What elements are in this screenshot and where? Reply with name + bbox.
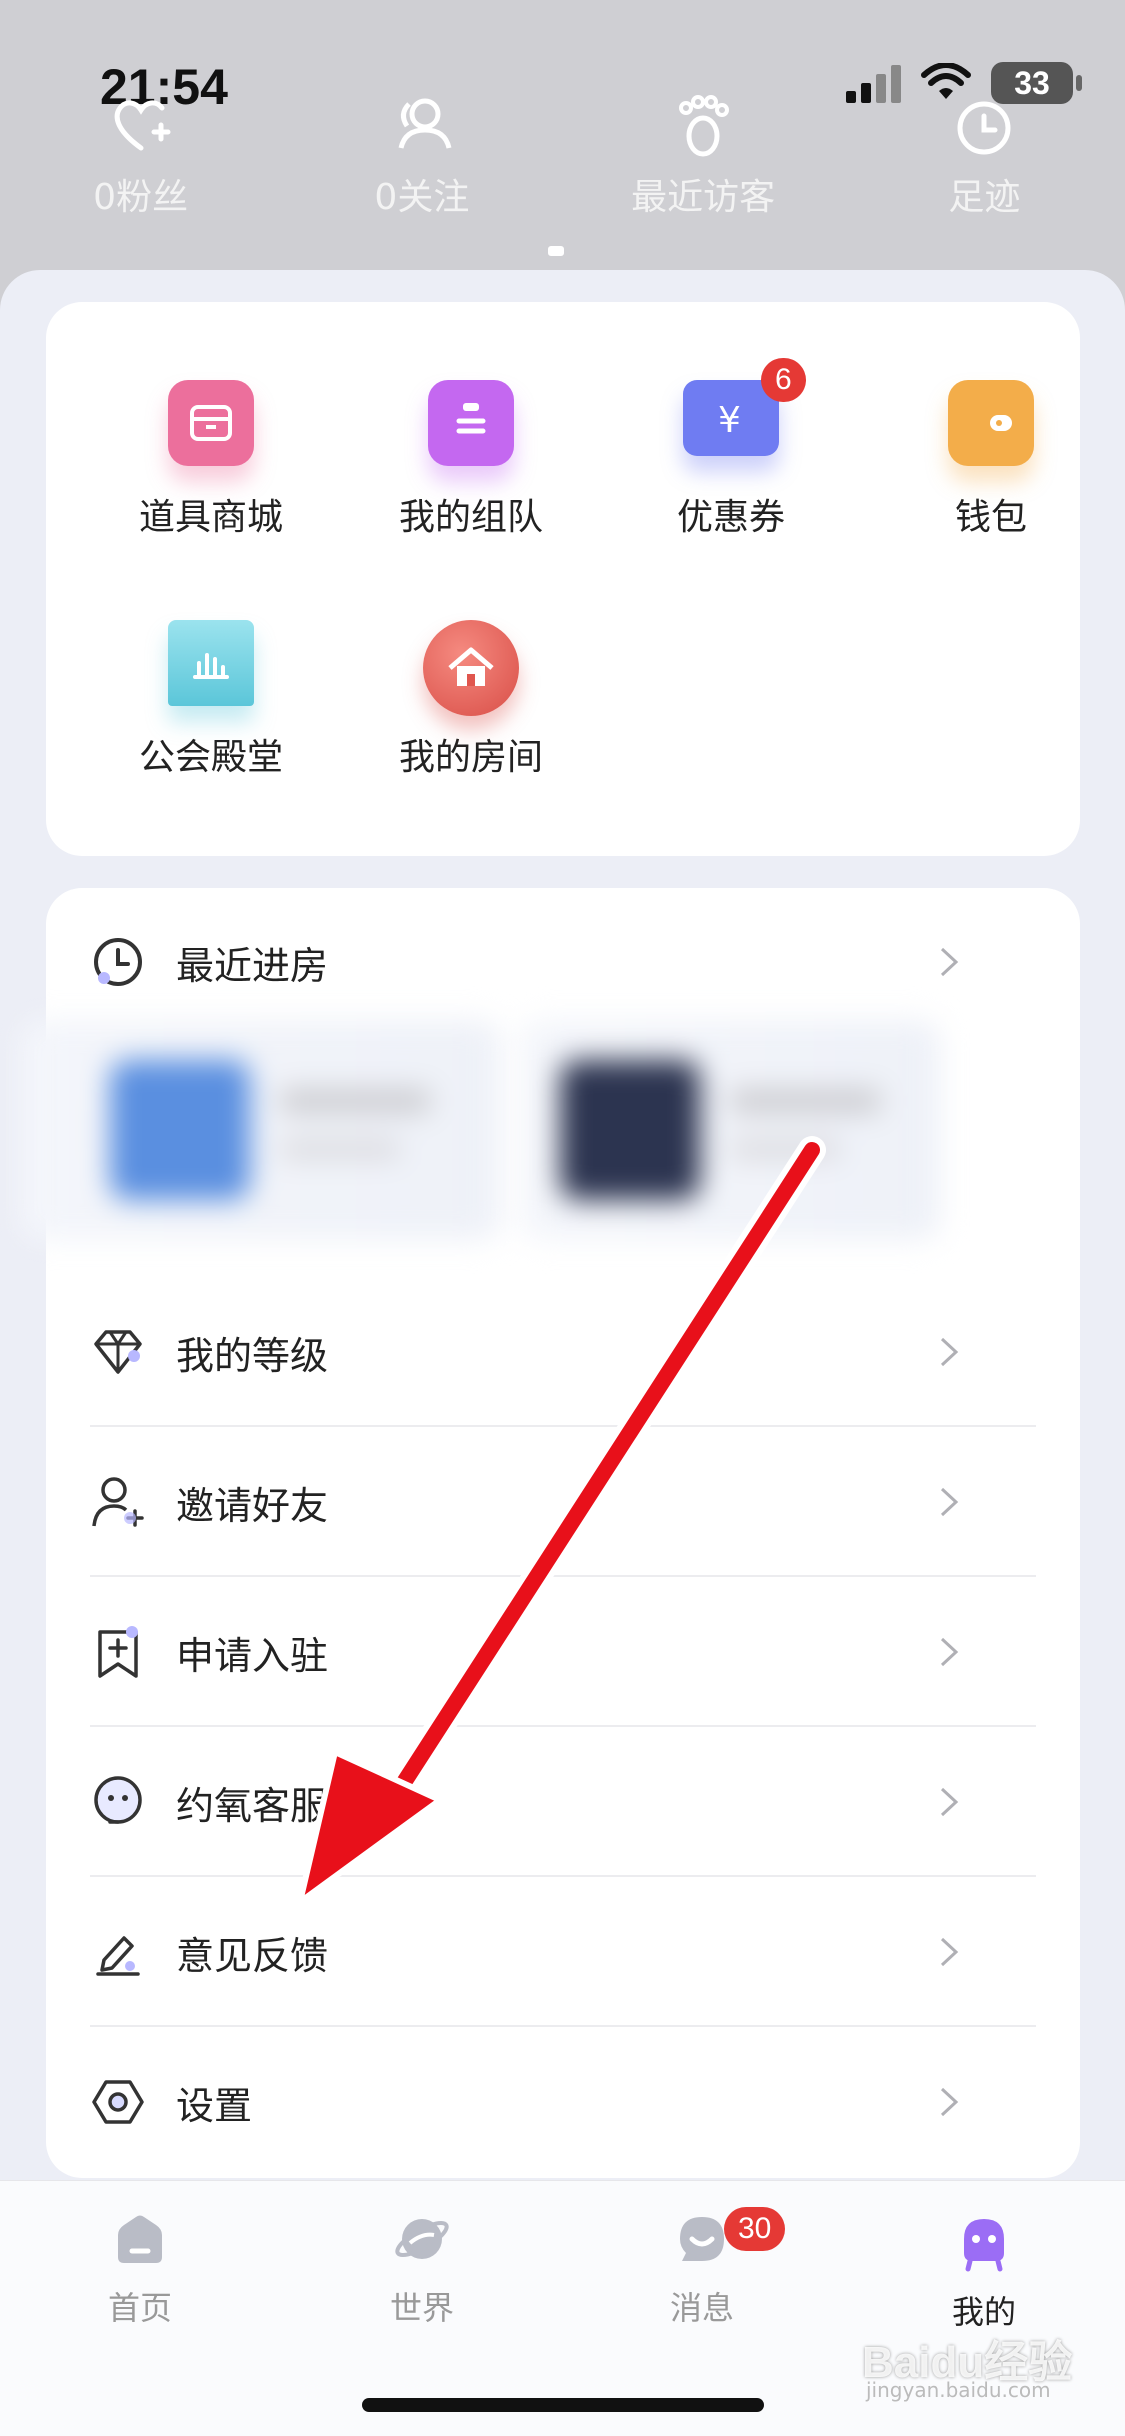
sheet-handle[interactable] — [548, 246, 564, 256]
recent-room-1[interactable] — [20, 1020, 500, 1240]
footprint-icon — [679, 95, 730, 157]
stat-footprints[interactable]: 足迹 — [844, 90, 1125, 220]
chevron-right-icon — [940, 1487, 959, 1517]
menu-item-settings[interactable]: 设置 — [46, 2027, 1036, 2177]
menu-item-label: 最近进房 — [176, 943, 329, 988]
service-guild[interactable]: 公会殿堂 — [81, 620, 341, 780]
home-icon — [118, 2215, 162, 2263]
service-room[interactable]: 我的房间 — [341, 620, 601, 780]
people-icon — [398, 98, 452, 149]
service-label: 我的房间 — [398, 737, 543, 778]
menu-item-invite[interactable]: 邀请好友 — [46, 1427, 1036, 1577]
menu-item-label: 意见反馈 — [176, 1933, 329, 1978]
wallet-icon — [948, 380, 1034, 466]
tab-label: 消息 — [669, 2289, 734, 2327]
settings-hex-icon — [92, 2080, 144, 2124]
tab-me[interactable]: 我的 — [894, 2209, 1074, 2333]
tab-label: 世界 — [389, 2289, 454, 2327]
tab-home[interactable]: 首页 — [50, 2209, 230, 2329]
tab-label: 首页 — [107, 2289, 172, 2327]
clock-icon — [94, 938, 142, 986]
service-team[interactable]: 我的组队 — [341, 380, 601, 540]
add-person-icon — [92, 1477, 144, 1527]
clipboard-icon — [428, 380, 514, 466]
service-label: 道具商城 — [138, 497, 283, 538]
stat-visitors[interactable]: 最近访客 — [563, 90, 844, 220]
menu-item-apply[interactable]: 申请入驻 — [46, 1577, 1036, 1727]
profile-stats: 0粉丝 0关注 最近访客 足迹 — [0, 90, 1125, 220]
clock-icon — [957, 101, 1011, 155]
house-icon — [423, 620, 519, 716]
chevron-right-icon — [940, 947, 959, 977]
services-card: 道具商城 我的组队 ¥ 6 优惠券 钱包 公会殿堂 我的房间 — [46, 302, 1080, 856]
stat-fans[interactable]: 0粉丝 — [0, 90, 281, 220]
chevron-right-icon — [940, 1637, 959, 1667]
chevron-right-icon — [940, 1787, 959, 1817]
tab-world[interactable]: 世界 — [332, 2209, 512, 2329]
tab-messages[interactable]: 30 消息 — [612, 2207, 792, 2329]
service-wallet[interactable]: 钱包 — [861, 380, 1121, 540]
menu-item-label: 我的等级 — [176, 1333, 329, 1378]
menu-item-label: 约氧客服 — [176, 1783, 329, 1828]
stat-label: 0粉丝 — [93, 177, 189, 218]
service-shop[interactable]: 道具商城 — [81, 380, 341, 540]
service-coupon[interactable]: ¥ 6 优惠券 — [601, 358, 861, 540]
chevron-right-icon — [940, 1337, 959, 1367]
menu-item-label: 申请入驻 — [176, 1633, 329, 1678]
shop-icon — [168, 380, 254, 466]
stat-following[interactable]: 0关注 — [281, 90, 562, 220]
profile-icon — [964, 2219, 1004, 2272]
service-label: 我的组队 — [398, 497, 543, 538]
stat-label: 0关注 — [374, 177, 470, 218]
planet-icon — [395, 2219, 449, 2259]
messages-badge: 30 — [724, 2207, 786, 2251]
menu-item-label: 邀请好友 — [176, 1483, 329, 1528]
service-label: 钱包 — [954, 497, 1027, 538]
menu-item-level[interactable]: 我的等级 — [46, 1277, 1036, 1427]
stat-label: 足迹 — [948, 177, 1021, 218]
bookmark-plus-icon — [98, 1626, 138, 1678]
chevron-right-icon — [940, 2087, 959, 2117]
diamond-icon — [94, 1330, 142, 1374]
menu-item-recent[interactable]: 最近进房 — [46, 887, 1036, 1037]
service-label: 公会殿堂 — [138, 737, 283, 778]
menu-item-feedback[interactable]: 意见反馈 — [46, 1877, 1036, 2027]
guild-icon — [168, 620, 254, 706]
chevron-right-icon — [940, 1937, 959, 1967]
menu-item-service[interactable]: 约氧客服 — [46, 1727, 1036, 1877]
svg-text:¥: ¥ — [718, 400, 741, 440]
menu-item-label: 设置 — [176, 2083, 253, 2128]
customer-service-icon — [94, 1776, 142, 1824]
recent-room-2[interactable] — [520, 1020, 940, 1240]
edit-icon — [96, 1936, 140, 1976]
home-indicator[interactable] — [362, 2398, 764, 2412]
service-label: 优惠券 — [676, 497, 785, 538]
coupon-badge: 6 — [761, 358, 806, 402]
chat-icon — [680, 2217, 724, 2261]
heart-plus-icon — [114, 100, 171, 151]
stat-label: 最近访客 — [631, 177, 776, 218]
watermark-url: jingyan.baidu.com — [866, 2378, 1051, 2402]
